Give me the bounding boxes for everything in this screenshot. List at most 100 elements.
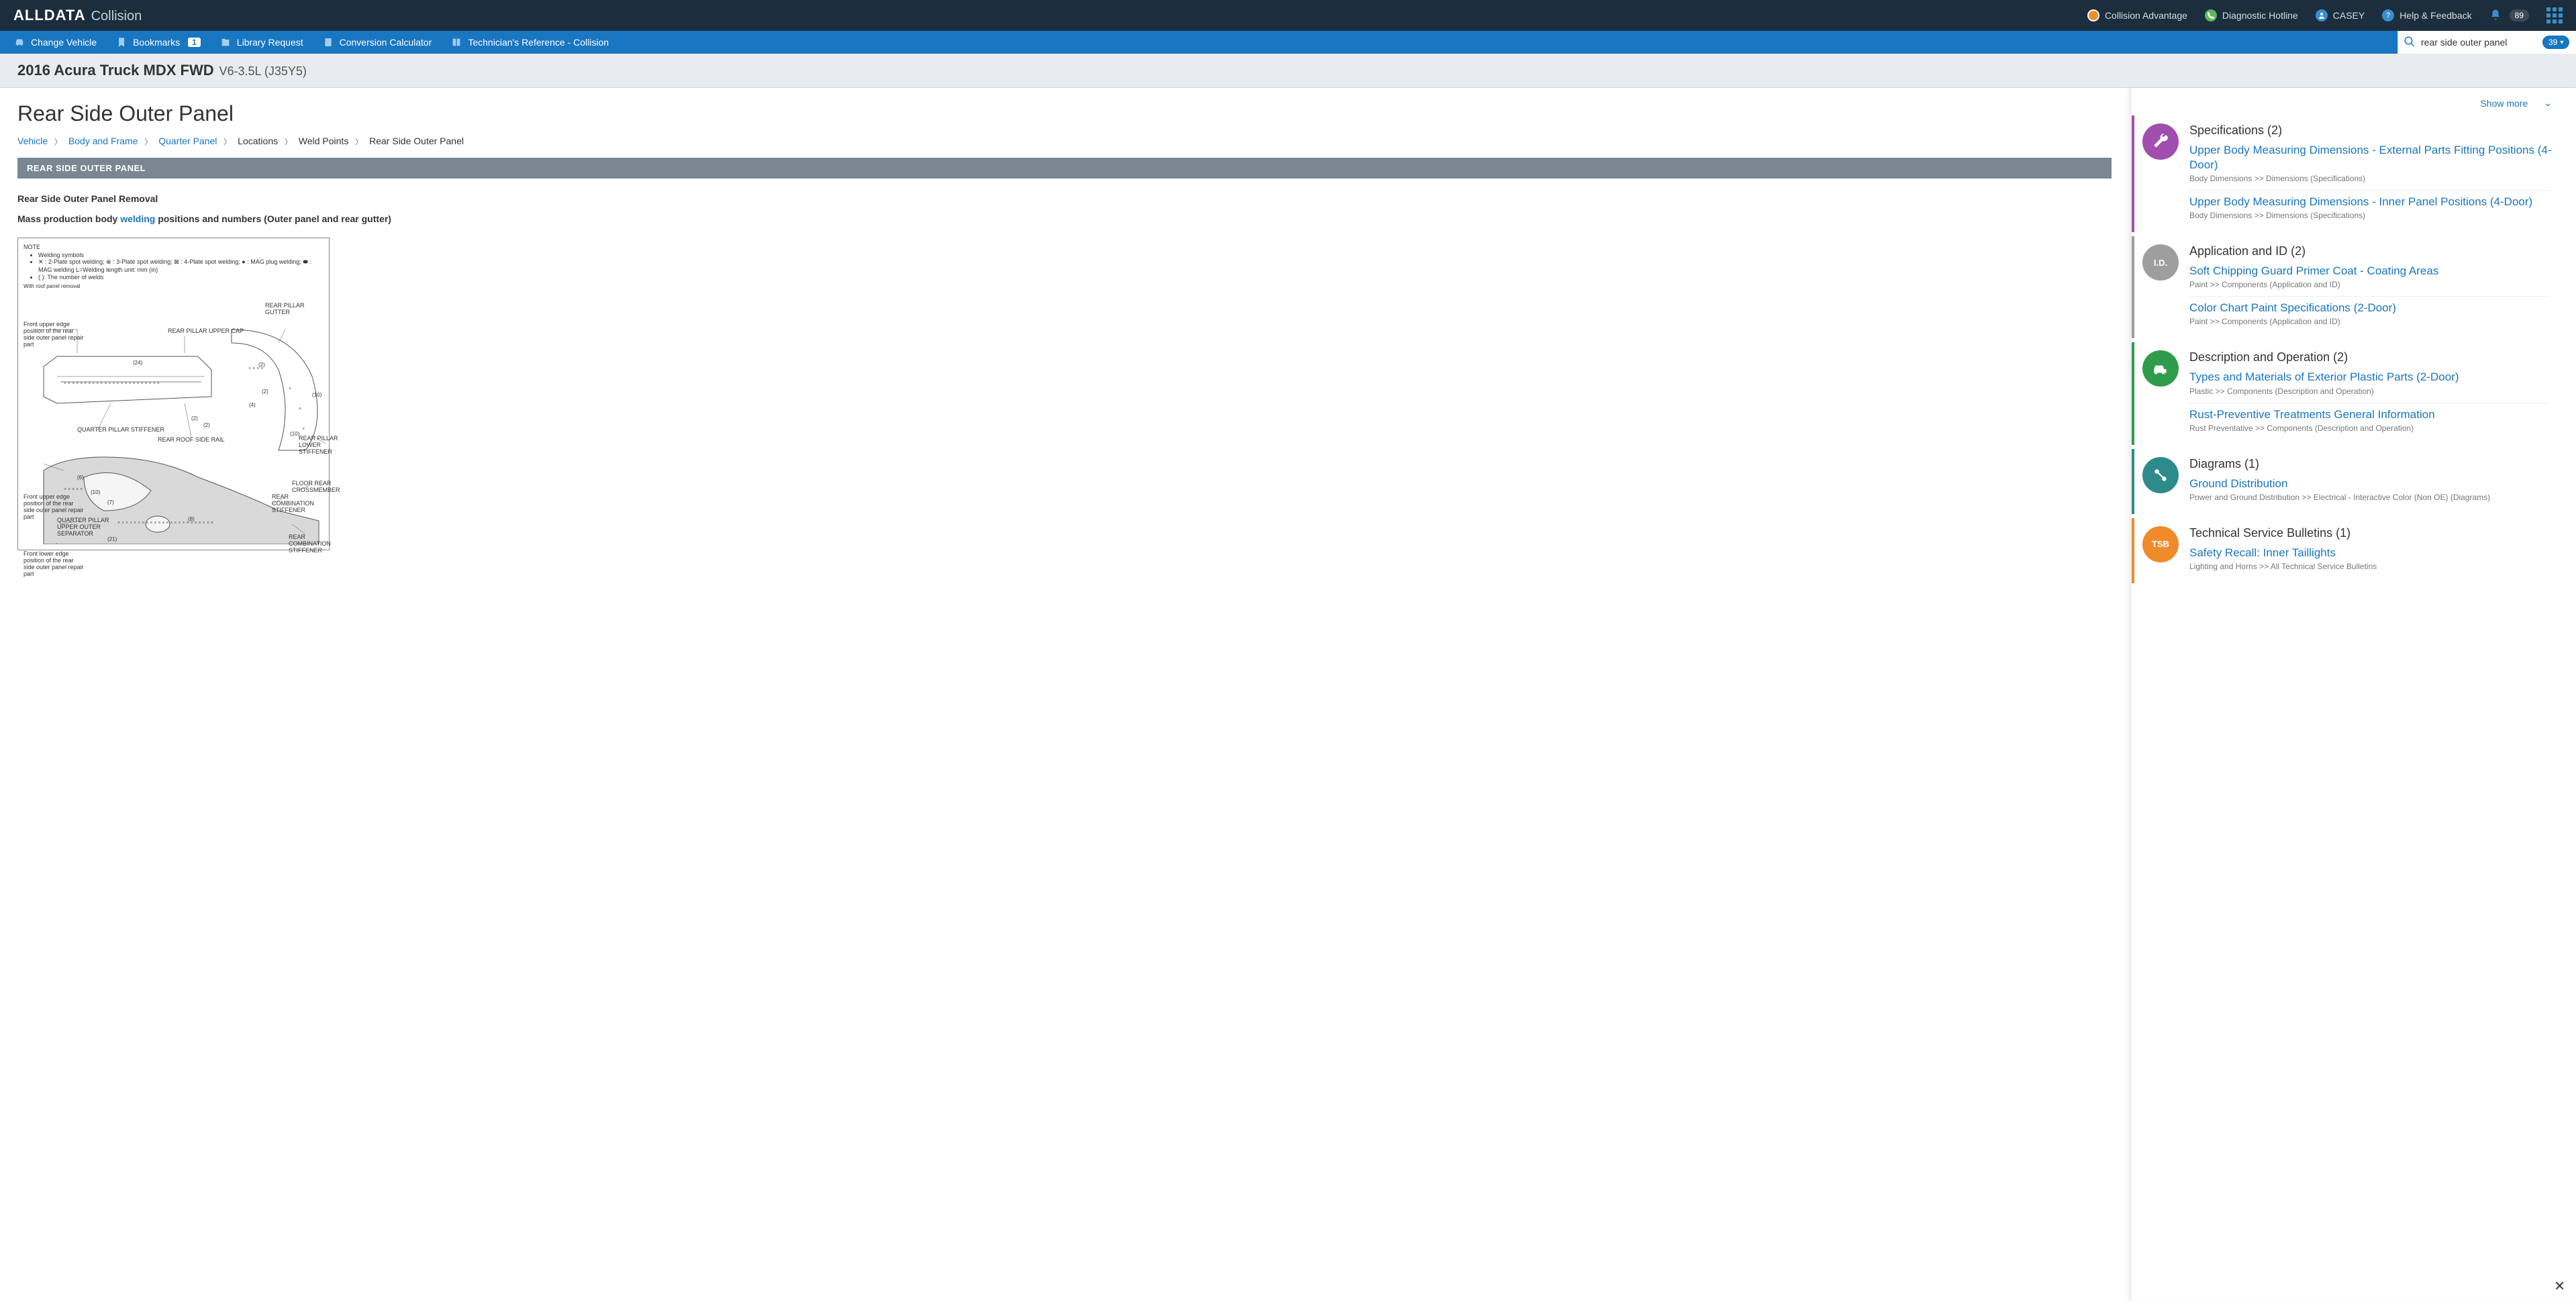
diagram-callout: QUARTER PILLAR UPPER OUTER SEPARATOR bbox=[57, 517, 111, 538]
vehicle-bar: 2016 Acura Truck MDX FWD V6-3.5L (J35Y5) bbox=[0, 54, 2576, 88]
result-item: Ground DistributionPower and Ground Dist… bbox=[2189, 477, 2563, 502]
group-title: Diagrams (1) bbox=[2189, 457, 2563, 471]
close-panel-button[interactable]: ✕ bbox=[2554, 1278, 2565, 1295]
svg-text:(10): (10) bbox=[91, 489, 101, 495]
svg-text:(4): (4) bbox=[249, 402, 256, 408]
chevron-down-icon: ⌄ bbox=[2544, 97, 2552, 109]
result-link[interactable]: Upper Body Measuring Dimensions - Extern… bbox=[2189, 143, 2563, 172]
result-path: Paint >> Components (Application and ID) bbox=[2189, 280, 2563, 289]
search-container: 39 ▾ ✕ bbox=[2397, 31, 2576, 54]
search-result-count-pill[interactable]: 39 ▾ bbox=[2542, 36, 2569, 49]
svg-text:(8): (8) bbox=[188, 516, 195, 522]
diagram-callout: REAR PILLAR LOWER STIFFENER bbox=[299, 436, 346, 456]
advantage-label: Collision Advantage bbox=[2105, 10, 2187, 21]
svg-text:(24): (24) bbox=[133, 360, 143, 366]
brand-sub: Collision bbox=[91, 9, 142, 24]
result-item: Color Chart Paint Specifications (2-Door… bbox=[2189, 301, 2563, 326]
notifications-button[interactable]: 89 bbox=[2489, 9, 2529, 23]
phone-icon bbox=[2205, 9, 2217, 21]
crumb-locations: Locations bbox=[238, 136, 278, 146]
help-icon: ? bbox=[2382, 9, 2394, 21]
collision-advantage-link[interactable]: Collision Advantage bbox=[2087, 9, 2187, 21]
brand-logo[interactable]: ALLDATA Collision bbox=[13, 7, 142, 24]
diagram-callout: Front lower edge position of the rear si… bbox=[23, 551, 84, 578]
calculator-icon bbox=[322, 36, 334, 48]
diagram-callout: FLOOR REAR CROSSMEMBER bbox=[292, 481, 339, 494]
result-path: Body Dimensions >> Dimensions (Specifica… bbox=[2189, 211, 2563, 220]
tsb-icon: TSB bbox=[2142, 526, 2179, 562]
crumb-body-frame[interactable]: Body and Frame bbox=[68, 136, 138, 146]
result-item: Upper Body Measuring Dimensions - Extern… bbox=[2189, 143, 2563, 183]
group-title: Technical Service Bulletins (1) bbox=[2189, 526, 2563, 540]
result-group: Diagrams (1) Ground DistributionPower and… bbox=[2132, 449, 2576, 514]
bookmarks-count: 1 bbox=[188, 38, 201, 47]
divider bbox=[2189, 296, 2549, 297]
svg-text:(2): (2) bbox=[258, 362, 265, 368]
main-content: Rear Side Outer Panel Vehicle 〉 Body and… bbox=[0, 88, 2576, 1301]
result-path: Lighting and Horns >> All Technical Serv… bbox=[2189, 562, 2563, 571]
help-feedback-link[interactable]: ? Help & Feedback bbox=[2382, 9, 2471, 21]
diagram-bullet: ✕ : 2-Plate spot welding; ⊗ : 3-Plate sp… bbox=[38, 258, 324, 274]
help-label: Help & Feedback bbox=[2399, 10, 2471, 21]
svg-text:(10): (10) bbox=[312, 392, 322, 398]
vehicle-icon bbox=[13, 36, 26, 48]
show-more-button[interactable]: Show more ⌄ bbox=[2132, 88, 2576, 115]
svg-text:(2): (2) bbox=[203, 422, 210, 428]
result-item: Safety Recall: Inner Taillights Lighting … bbox=[2189, 546, 2563, 571]
advantage-icon bbox=[2087, 9, 2099, 21]
divider bbox=[2189, 190, 2549, 191]
result-link[interactable]: Upper Body Measuring Dimensions - Inner … bbox=[2189, 195, 2563, 209]
vehicle-engine: V6-3.5L (J35Y5) bbox=[219, 64, 307, 78]
show-more-label: Show more bbox=[2480, 98, 2528, 109]
diagram-bullet: ( ): The number of welds bbox=[38, 274, 324, 281]
apps-menu-icon[interactable] bbox=[2546, 7, 2563, 23]
result-item: Types and Materials of Exterior Plastic … bbox=[2189, 370, 2563, 395]
hotline-label: Diagnostic Hotline bbox=[2222, 10, 2298, 21]
tech-ref-label: Technician's Reference - Collision bbox=[468, 37, 609, 48]
search-results-panel: Show more ⌄ Specifications (2) Upper Body… bbox=[2129, 88, 2576, 1301]
bookmarks-button[interactable]: Bookmarks 1 bbox=[115, 36, 201, 48]
result-link[interactable]: Types and Materials of Exterior Plastic … bbox=[2189, 370, 2563, 385]
result-link[interactable]: Color Chart Paint Specifications (2-Door… bbox=[2189, 301, 2563, 315]
group-title: Specifications (2) bbox=[2189, 123, 2563, 138]
weld-diagram[interactable]: NOTE Welding symbols ✕ : 2-Plate spot we… bbox=[17, 238, 330, 550]
nav-bar: Change Vehicle Bookmarks 1 Library Reque… bbox=[0, 31, 2576, 54]
chevron-right-icon: 〉 bbox=[54, 138, 62, 146]
result-group: Description and Operation (2)Types and M… bbox=[2132, 342, 2576, 444]
user-menu[interactable]: CASEY bbox=[2316, 9, 2365, 21]
crumb-weld-points: Weld Points bbox=[299, 136, 348, 146]
result-link[interactable]: Safety Recall: Inner Taillights bbox=[2189, 546, 2563, 560]
result-link[interactable]: Rust-Preventive Treatments General Infor… bbox=[2189, 407, 2563, 422]
bookmarks-label: Bookmarks bbox=[133, 37, 180, 48]
result-link[interactable]: Soft Chipping Guard Primer Coat - Coatin… bbox=[2189, 264, 2563, 279]
svg-text:× × × × × × × × × × × × × × ×: × × × × × × × × × × × × × × × × × × × × … bbox=[117, 521, 213, 525]
crumb-quarter-panel[interactable]: Quarter Panel bbox=[158, 136, 217, 146]
chevron-right-icon: 〉 bbox=[144, 138, 152, 146]
top-header: ALLDATA Collision Collision Advantage Di… bbox=[0, 0, 2576, 31]
welding-link[interactable]: welding bbox=[120, 213, 155, 224]
notification-count: 89 bbox=[2510, 9, 2529, 21]
book-icon bbox=[450, 36, 462, 48]
result-group: TSB Technical Service Bulletins (1) Safety… bbox=[2132, 518, 2576, 583]
removal-heading: Rear Side Outer Panel Removal bbox=[17, 193, 158, 204]
library-label: Library Request bbox=[237, 37, 303, 48]
chevron-right-icon: 〉 bbox=[224, 138, 231, 146]
library-request-button[interactable]: Library Request bbox=[219, 36, 303, 48]
conversion-calculator-button[interactable]: Conversion Calculator bbox=[322, 36, 432, 48]
svg-text:×: × bbox=[289, 387, 291, 391]
conversion-label: Conversion Calculator bbox=[340, 37, 432, 48]
section-header: REAR SIDE OUTER PANEL bbox=[17, 158, 2112, 179]
crumb-vehicle[interactable]: Vehicle bbox=[17, 136, 48, 146]
change-vehicle-button[interactable]: Change Vehicle bbox=[13, 36, 97, 48]
search-count-value: 39 bbox=[2548, 38, 2557, 47]
result-link[interactable]: Ground Distribution bbox=[2189, 477, 2563, 491]
tech-reference-button[interactable]: Technician's Reference - Collision bbox=[450, 36, 609, 48]
search-input[interactable] bbox=[2421, 37, 2542, 48]
diagnostic-hotline-link[interactable]: Diagnostic Hotline bbox=[2205, 9, 2298, 21]
svg-text:(7): (7) bbox=[107, 499, 114, 505]
result-item: Upper Body Measuring Dimensions - Inner … bbox=[2189, 195, 2563, 220]
diagram-callout: REAR COMBINATION STIFFENER bbox=[289, 534, 349, 554]
chevron-down-icon: ▾ bbox=[2560, 39, 2563, 46]
result-group: I.D.Application and ID (2)Soft Chipping … bbox=[2132, 236, 2576, 338]
search-icon bbox=[2404, 36, 2416, 50]
